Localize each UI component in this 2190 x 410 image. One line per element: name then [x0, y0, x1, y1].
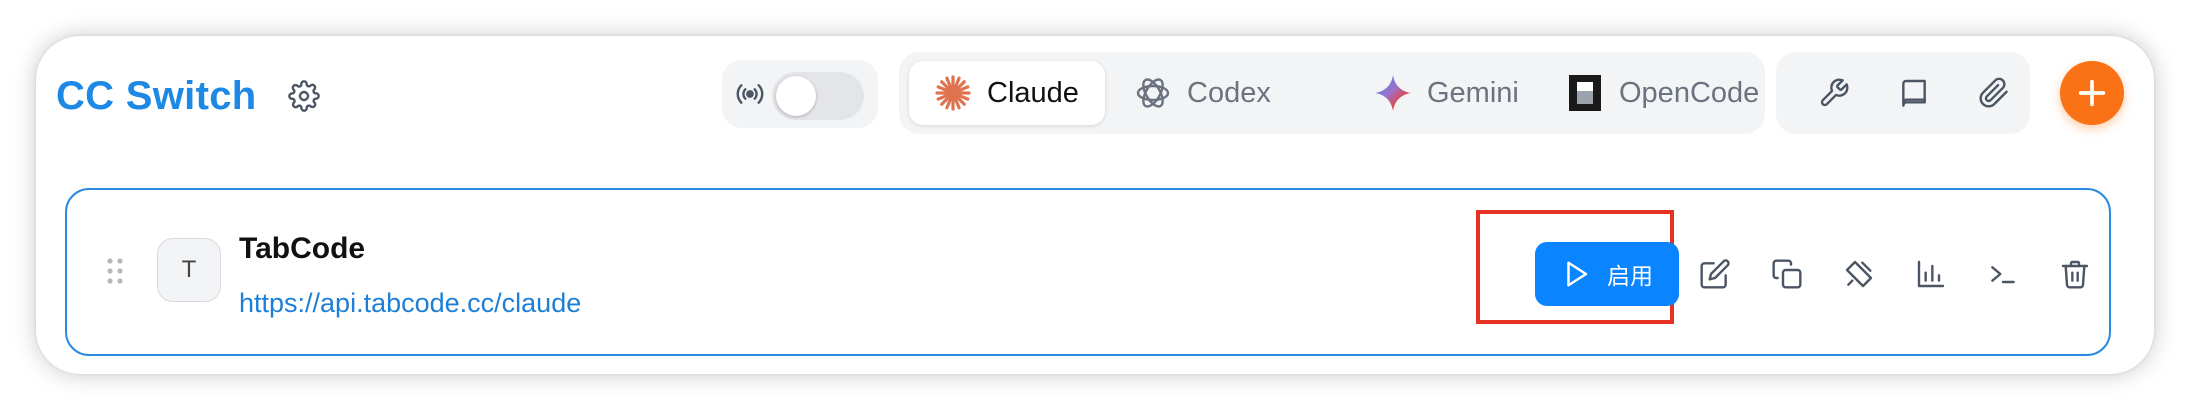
enable-button-label: 启用	[1607, 264, 1653, 290]
opencode-icon	[1569, 75, 1601, 111]
tab-claude-label: Claude	[987, 76, 1079, 109]
tools-button[interactable]	[1810, 69, 1858, 117]
attachments-button[interactable]	[1970, 69, 2018, 117]
add-provider-button[interactable]	[2060, 61, 2124, 125]
tab-opencode[interactable]: OpenCode	[1557, 61, 1759, 125]
docs-button[interactable]	[1890, 69, 1938, 117]
edit-icon	[1700, 259, 1730, 289]
tools-group	[1776, 52, 2030, 134]
provider-card[interactable]: T TabCode https://api.tabcode.cc/claude …	[65, 188, 2111, 356]
usage-button[interactable]	[1909, 252, 1953, 296]
claude-icon	[935, 75, 971, 111]
drag-handle-icon[interactable]	[105, 256, 125, 286]
tab-claude[interactable]: Claude	[909, 61, 1105, 125]
copy-icon	[1772, 259, 1802, 289]
usage-icon	[1917, 260, 1945, 288]
test-icon	[1845, 260, 1873, 288]
app-title: CC Switch	[56, 74, 257, 118]
settings-button[interactable]	[276, 68, 332, 124]
edit-button[interactable]	[1693, 252, 1737, 296]
provider-avatar: T	[157, 238, 221, 302]
app-switcher: Claude Codex Gemini OpenCode	[899, 52, 1765, 134]
enable-button[interactable]: 启用	[1535, 242, 1679, 306]
paperclip-icon	[1979, 77, 2008, 108]
provider-url-link[interactable]: https://api.tabcode.cc/claude	[239, 288, 581, 319]
tab-opencode-label: OpenCode	[1619, 76, 1760, 109]
play-icon	[1567, 261, 1588, 287]
tab-gemini-label: Gemini	[1427, 76, 1519, 109]
broadcast-icon	[736, 84, 764, 104]
duplicate-button[interactable]	[1765, 252, 1809, 296]
gemini-icon	[1375, 75, 1411, 111]
wrench-icon	[1820, 78, 1849, 107]
gear-icon	[288, 80, 320, 112]
tab-codex-label: Codex	[1187, 76, 1271, 109]
provider-name: TabCode	[239, 232, 366, 265]
toggle-knob	[776, 76, 816, 116]
delete-icon	[2061, 260, 2089, 289]
proxy-control	[722, 60, 878, 128]
tab-gemini[interactable]: Gemini	[1365, 61, 1519, 125]
app-window: CC Switch Claude Codex Gemini OpenCode T…	[36, 36, 2154, 374]
book-icon	[1902, 79, 1926, 107]
terminal-button[interactable]	[1981, 252, 2025, 296]
terminal-icon	[1991, 266, 2015, 284]
proxy-toggle[interactable]	[772, 72, 864, 120]
codex-icon	[1136, 78, 1170, 108]
test-button[interactable]	[1837, 252, 1881, 296]
plus-icon	[2078, 79, 2106, 107]
tab-codex[interactable]: Codex	[1125, 61, 1271, 125]
delete-button[interactable]	[2053, 252, 2097, 296]
